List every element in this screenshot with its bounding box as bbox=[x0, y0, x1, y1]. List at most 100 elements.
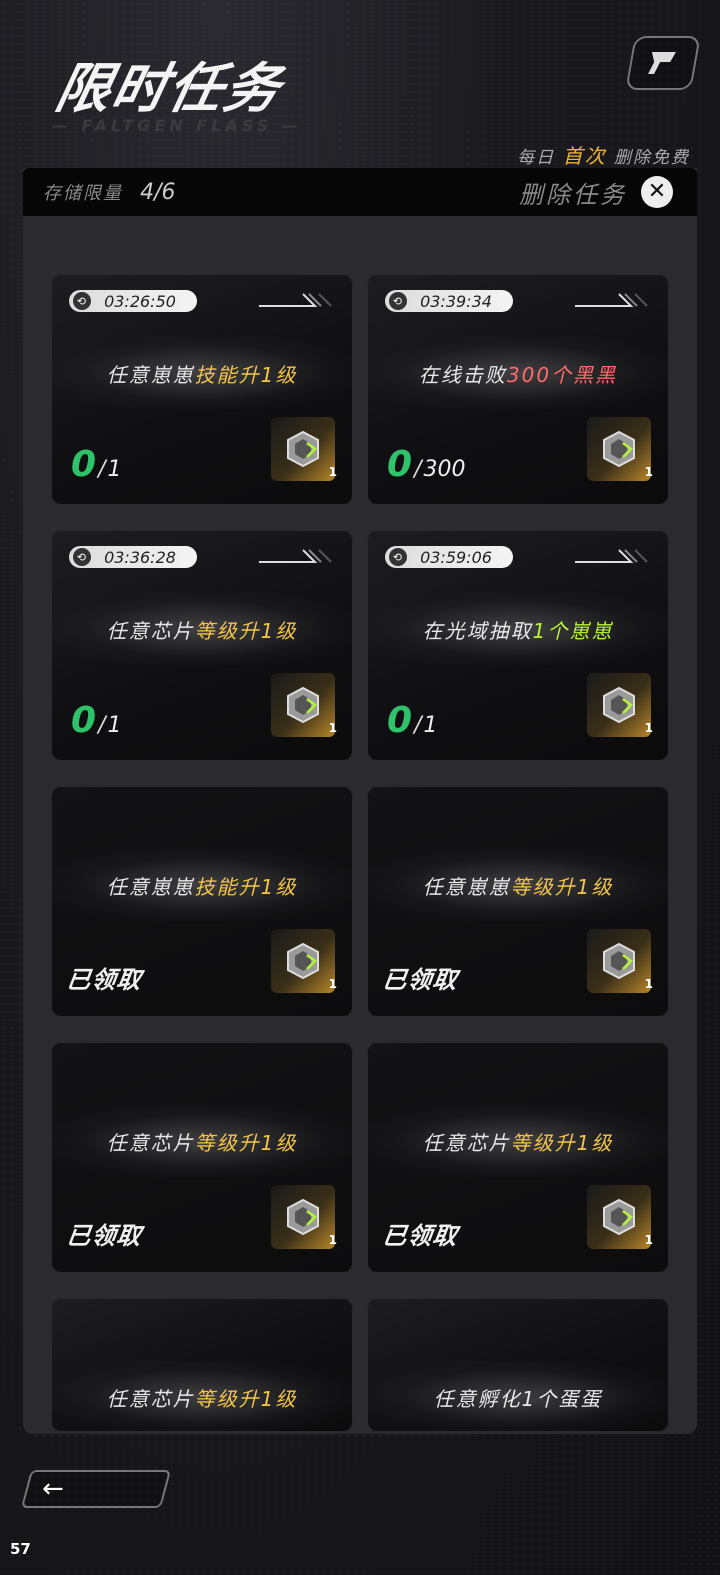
timer-value: 03:26:50 bbox=[104, 291, 176, 311]
task-text-pre: 在线击败 bbox=[418, 362, 507, 387]
panel-header: 存储限量 4/6 删除任务 ✕ bbox=[23, 168, 697, 216]
task-timer: ⟲ 03:26:50 bbox=[69, 290, 197, 312]
arrow-left-icon: ← bbox=[42, 1474, 64, 1504]
clock-icon: ⟲ bbox=[389, 548, 407, 566]
task-text-highlight: 等级升1级 bbox=[194, 618, 298, 643]
reward-count: 1 bbox=[644, 977, 653, 991]
task-text-pre: 任意芯片 bbox=[106, 618, 195, 643]
reward-item[interactable]: 1 bbox=[271, 417, 337, 481]
reward-item[interactable]: 1 bbox=[271, 673, 337, 737]
task-description: 任意崽崽 技能升1级 bbox=[51, 849, 353, 921]
task-progress: 0/1 bbox=[71, 444, 122, 485]
progress-current: 0 bbox=[71, 700, 97, 741]
task-text-highlight: 等级升1级 bbox=[194, 1130, 298, 1155]
chip-gem-icon bbox=[603, 430, 635, 468]
task-text-pre: 任意崽崽 bbox=[106, 874, 195, 899]
task-card[interactable]: ⟲ 03:36:28 任意芯片 等级升1级 0/1 1 bbox=[51, 530, 353, 761]
chip-gem-icon bbox=[287, 430, 319, 468]
task-card[interactable]: 任意芯片 等级升1级 已领取 1 bbox=[51, 1042, 353, 1273]
task-description: 任意芯片 等级升1级 bbox=[51, 593, 353, 665]
task-timer: ⟲ 03:59:06 bbox=[385, 546, 513, 568]
reward-count: 1 bbox=[644, 1233, 653, 1247]
reward-item[interactable]: 1 bbox=[587, 417, 653, 481]
task-description: 在光域抽取 1个崽崽 bbox=[367, 593, 669, 665]
progress-current: 0 bbox=[387, 700, 413, 741]
reward-item[interactable]: 1 bbox=[587, 1185, 653, 1249]
task-card[interactable]: ⟲ 03:39:34 在线击败 300个黑黑 0/300 1 bbox=[367, 274, 669, 505]
daily-prefix: 每日 bbox=[517, 148, 556, 168]
clock-icon: ⟲ bbox=[73, 548, 91, 566]
speed-lines-icon bbox=[259, 549, 332, 563]
task-description: 任意崽崽 等级升1级 bbox=[367, 849, 669, 921]
timer-value: 03:36:28 bbox=[104, 547, 176, 567]
corner-logo-button[interactable] bbox=[625, 36, 701, 90]
task-text-highlight: 1个蛋蛋 bbox=[521, 1386, 603, 1411]
fps-counter: 57 bbox=[10, 1540, 31, 1558]
task-description: 任意芯片 等级升1级 bbox=[51, 1105, 353, 1177]
timer-value: 03:59:06 bbox=[420, 547, 492, 567]
task-card[interactable]: ⟲ 03:26:50 任意崽崽 技能升1级 0/1 1 bbox=[51, 274, 353, 505]
task-card[interactable]: 任意崽崽 技能升1级 已领取 1 bbox=[51, 786, 353, 1017]
task-card[interactable]: 任意崽崽 等级升1级 已领取 1 bbox=[367, 786, 669, 1017]
reward-count: 1 bbox=[328, 1233, 337, 1247]
task-description: 任意孵化 1个蛋蛋 bbox=[367, 1361, 669, 1432]
reward-count: 1 bbox=[644, 465, 653, 479]
task-progress: 0/1 bbox=[387, 700, 438, 741]
reward-count: 1 bbox=[328, 977, 337, 991]
delete-task-control[interactable]: 删除任务 ✕ bbox=[519, 175, 673, 210]
task-text-highlight: 等级升1级 bbox=[194, 1386, 298, 1411]
claimed-label: 已领取 bbox=[380, 966, 460, 994]
task-text-highlight: 技能升1级 bbox=[194, 874, 298, 899]
reward-count: 1 bbox=[644, 721, 653, 735]
speed-lines-icon bbox=[575, 293, 648, 307]
chip-gem-icon bbox=[603, 1198, 635, 1236]
task-text-highlight: 等级升1级 bbox=[510, 874, 614, 899]
task-text-pre: 任意崽崽 bbox=[422, 874, 511, 899]
reward-count: 1 bbox=[328, 465, 337, 479]
delete-task-label[interactable]: 删除任务 bbox=[519, 175, 627, 210]
task-text-highlight: 技能升1级 bbox=[194, 362, 298, 387]
task-card[interactable]: ⟲ 03:59:06 在光域抽取 1个崽崽 0/1 1 bbox=[367, 530, 669, 761]
reward-item[interactable]: 1 bbox=[587, 673, 653, 737]
chip-gem-icon bbox=[287, 686, 319, 724]
claimed-label: 已领取 bbox=[380, 1222, 460, 1250]
capacity: 存储限量 4/6 bbox=[43, 179, 176, 205]
reward-item[interactable]: 1 bbox=[587, 929, 653, 993]
progress-total: 1 bbox=[107, 713, 122, 738]
task-timer: ⟲ 03:36:28 bbox=[69, 546, 197, 568]
task-card[interactable]: 任意孵化 1个蛋蛋 bbox=[367, 1298, 669, 1432]
task-description: 任意崽崽 技能升1级 bbox=[51, 337, 353, 409]
claimed-label: 已领取 bbox=[64, 966, 144, 994]
reward-item[interactable]: 1 bbox=[271, 1185, 337, 1249]
daily-highlight: 首次 bbox=[562, 144, 607, 168]
task-description: 任意芯片 等级升1级 bbox=[367, 1105, 669, 1177]
task-timer: ⟲ 03:39:34 bbox=[385, 290, 513, 312]
chip-gem-icon bbox=[287, 1198, 319, 1236]
task-text-pre: 任意芯片 bbox=[106, 1130, 195, 1155]
progress-total: 1 bbox=[107, 457, 122, 482]
task-text-highlight: 300个黑黑 bbox=[506, 362, 618, 387]
page-title: 限时任务 bbox=[50, 57, 288, 120]
back-button[interactable]: ← bbox=[20, 1470, 172, 1508]
close-icon[interactable]: ✕ bbox=[641, 176, 673, 208]
task-text-pre: 任意芯片 bbox=[422, 1130, 511, 1155]
capacity-label: 存储限量 bbox=[43, 183, 123, 204]
daily-free-note: 每日 首次 删除免费 bbox=[517, 140, 690, 169]
chip-gem-icon bbox=[287, 942, 319, 980]
task-progress: 0/1 bbox=[71, 700, 122, 741]
reward-item[interactable]: 1 bbox=[271, 929, 337, 993]
task-text-pre: 任意孵化 bbox=[433, 1386, 522, 1411]
page-subtitle: — FALTGEN FLASS — bbox=[52, 116, 302, 135]
progress-total: 300 bbox=[423, 457, 466, 482]
daily-suffix: 删除免费 bbox=[614, 148, 690, 168]
task-card[interactable]: 任意芯片 等级升1级 已领取 1 bbox=[367, 1042, 669, 1273]
speed-lines-icon bbox=[575, 549, 648, 563]
clock-icon: ⟲ bbox=[73, 292, 91, 310]
task-text-highlight: 1个崽崽 bbox=[532, 618, 614, 643]
task-panel: 存储限量 4/6 删除任务 ✕ ⟲ 03:26:50 任意崽崽 技能升1级 0/… bbox=[23, 168, 697, 1434]
task-progress: 0/300 bbox=[387, 444, 466, 485]
chip-gem-icon bbox=[603, 942, 635, 980]
task-text-pre: 在光域抽取 bbox=[422, 618, 533, 643]
speed-lines-icon bbox=[259, 293, 332, 307]
task-card[interactable]: 任意芯片 等级升1级 bbox=[51, 1298, 353, 1432]
